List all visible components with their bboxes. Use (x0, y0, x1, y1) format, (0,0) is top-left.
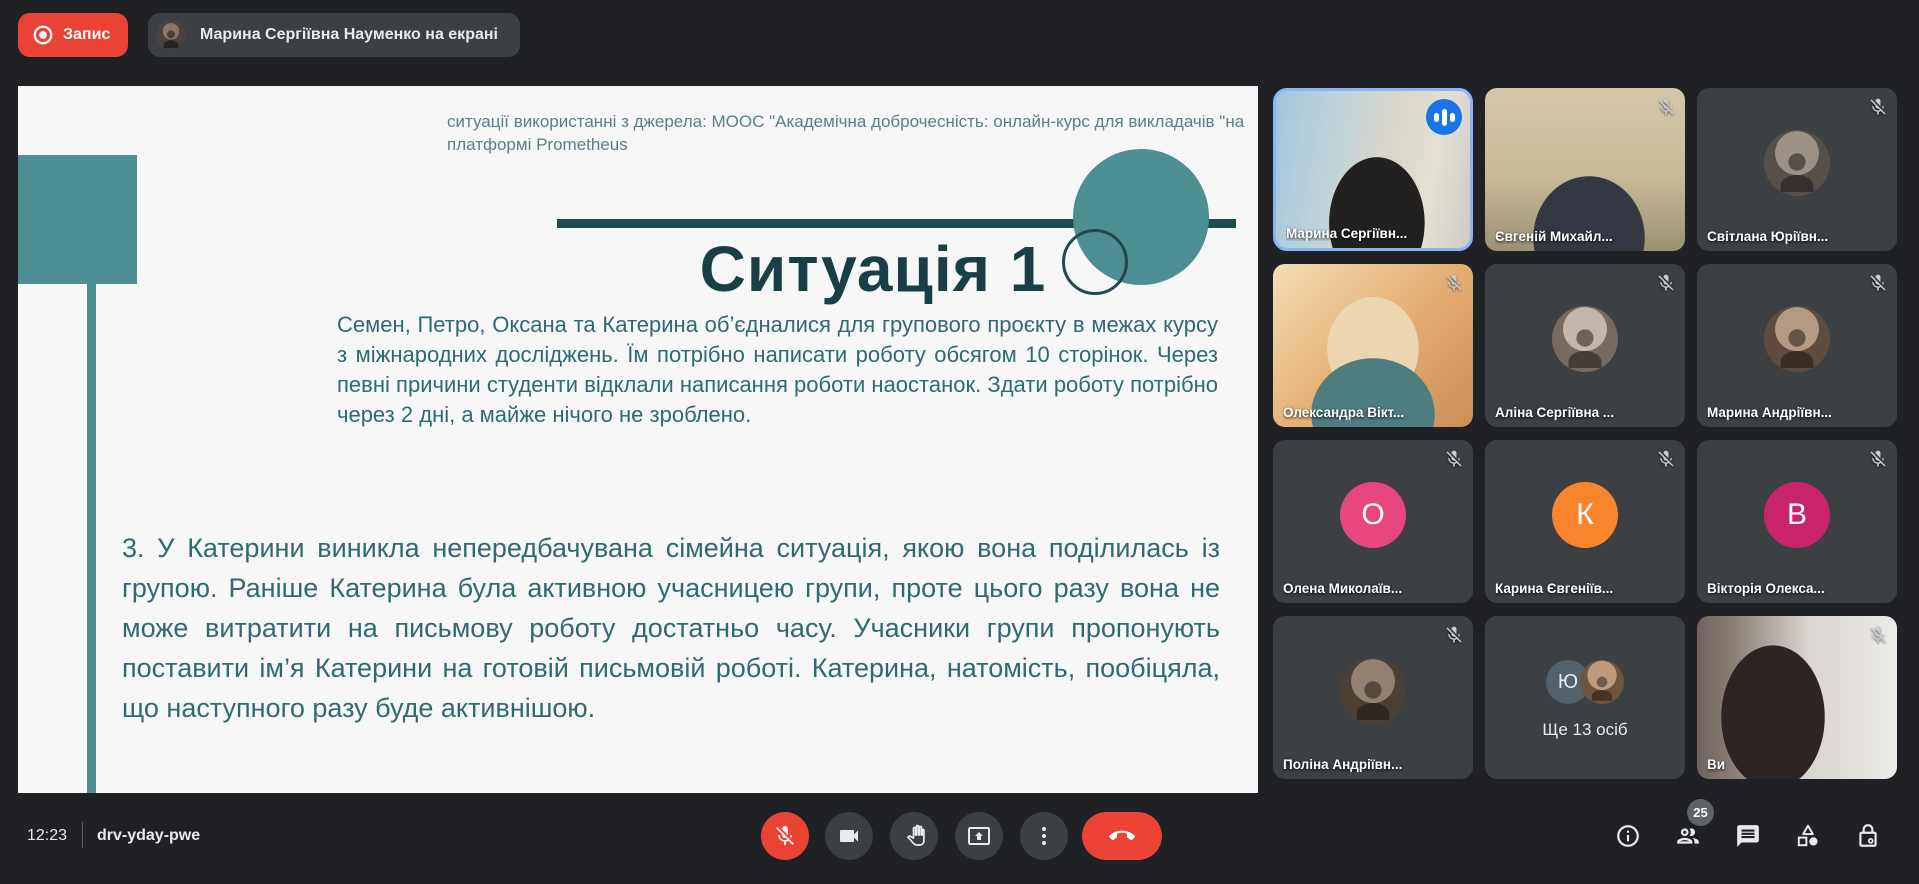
bottom-bar: 12:23 drv-yday-pwe 25 (0, 796, 1919, 884)
mic-off-icon (1444, 625, 1464, 645)
tile-yevhenii-mykhailovych[interactable]: Євгеній Михайл... (1485, 88, 1685, 251)
slide-source-line2: платформі Prometheus (447, 133, 1258, 156)
avatar: К (1552, 482, 1618, 548)
tile-svitlana-yuriivna[interactable]: Світлана Юріївн... (1697, 88, 1897, 251)
more-options-button[interactable] (1020, 812, 1068, 860)
mic-off-icon (1868, 449, 1888, 469)
mic-off-icon (1656, 97, 1676, 117)
audio-level-icon (1426, 99, 1462, 135)
tile-viktoriia-oleksandrivna[interactable]: В Вікторія Олекса... (1697, 440, 1897, 603)
tile-alina-serhiivna[interactable]: Аліна Сергіївна ... (1485, 264, 1685, 427)
avatar (1552, 306, 1618, 372)
activities-button[interactable] (1795, 823, 1821, 849)
present-screen-icon (967, 824, 991, 848)
mic-off-icon (1868, 97, 1888, 117)
person-silhouette-icon (1561, 322, 1609, 370)
slide-title: Ситуація 1 (548, 232, 1198, 306)
host-controls-button[interactable] (1855, 823, 1881, 849)
mic-off-icon (1444, 273, 1464, 293)
slide-vertical-bar-decoration (87, 171, 96, 793)
recording-label: Запис (63, 26, 110, 44)
show-participants-button[interactable] (1675, 823, 1701, 849)
presenter-pill[interactable]: Марина Сергіївна Науменко на екрані (148, 13, 520, 57)
participant-name: Євгеній Михайл... (1495, 229, 1677, 244)
avatar: В (1764, 482, 1830, 548)
present-screen-button[interactable] (955, 812, 1003, 860)
tile-more-participants[interactable]: Ю Ще 13 осіб (1485, 616, 1685, 779)
mic-off-icon (773, 824, 797, 848)
record-icon (32, 24, 54, 46)
tile-maryna-serhiivna[interactable]: Марина Сергіївн... (1273, 88, 1473, 251)
slide-source-line1: ситуації використанні з джерела: МООС "А… (447, 110, 1258, 133)
clock-time: 12:23 (27, 827, 67, 845)
avatar (1764, 130, 1830, 196)
meeting-details-button[interactable] (1615, 823, 1641, 849)
mic-off-icon (1444, 449, 1464, 469)
avatar: О (1340, 482, 1406, 548)
overflow-avatars: Ю (1546, 660, 1624, 704)
person-silhouette-icon (1587, 672, 1617, 702)
tile-oleksandra-viktorivna[interactable]: Олександра Вікт... (1273, 264, 1473, 427)
top-bar: Запис Марина Сергіївна Науменко на екран… (0, 0, 1919, 70)
hand-raise-icon (902, 824, 926, 848)
participant-name: Вікторія Олекса... (1707, 581, 1889, 596)
person-silhouette-icon (160, 27, 182, 49)
chat-icon (1735, 823, 1761, 849)
avatar (1340, 658, 1406, 724)
leave-call-button[interactable] (1082, 812, 1162, 860)
host-controls-icon (1855, 823, 1881, 849)
participant-name: Марина Андріївн... (1707, 405, 1889, 420)
meeting-code: drv-yday-pwe (97, 827, 200, 845)
participant-name: Поліна Андріївн... (1283, 757, 1465, 772)
videocam-icon (837, 824, 861, 848)
mic-toggle-button[interactable] (761, 812, 809, 860)
person-silhouette-icon (1349, 674, 1397, 722)
mic-off-icon (1868, 273, 1888, 293)
recording-button[interactable]: Запис (18, 13, 128, 57)
people-icon (1675, 823, 1701, 849)
participant-name: Олена Миколаїв... (1283, 581, 1465, 596)
self-view-label: Ви (1707, 757, 1889, 772)
info-icon (1615, 823, 1641, 849)
tile-karyna-yevheniivna[interactable]: К Карина Євгеніїв... (1485, 440, 1685, 603)
mic-off-icon (1656, 273, 1676, 293)
presenter-status: Марина Сергіївна Науменко на екрані (200, 26, 498, 44)
camera-toggle-button[interactable] (825, 812, 873, 860)
participant-name: Марина Сергіївн... (1286, 226, 1462, 241)
tile-maryna-andriivna[interactable]: Марина Андріївн... (1697, 264, 1897, 427)
activities-icon (1795, 823, 1821, 849)
participant-name: Аліна Сергіївна ... (1495, 405, 1677, 420)
chat-button[interactable] (1735, 823, 1761, 849)
slide-square-decoration (18, 155, 137, 284)
call-end-icon (1109, 823, 1135, 849)
shared-screen-slide: ситуації використанні з джерела: МООС "А… (18, 86, 1258, 793)
mic-off-icon (1656, 449, 1676, 469)
avatar (1580, 660, 1624, 704)
person-silhouette-icon (1773, 322, 1821, 370)
participant-name: Світлана Юріївн... (1707, 229, 1889, 244)
slide-paragraph: Семен, Петро, Оксана та Катерина об’єдна… (337, 310, 1218, 430)
slide-source-note: ситуації використанні з джерела: МООС "А… (447, 110, 1258, 156)
slide-item-3: 3. У Катерини виникла непередбачувана сі… (122, 528, 1220, 728)
tile-self-view[interactable]: Ви (1697, 616, 1897, 779)
tile-olena-mykolaivna[interactable]: О Олена Миколаїв... (1273, 440, 1473, 603)
mic-off-icon (1868, 625, 1888, 645)
more-vert-icon (1032, 824, 1056, 848)
more-participants-label: Ще 13 осіб (1485, 720, 1685, 740)
participant-name: Карина Євгеніїв... (1495, 581, 1677, 596)
participant-name: Олександра Вікт... (1283, 405, 1465, 420)
avatar (1764, 306, 1830, 372)
divider (82, 822, 83, 848)
person-silhouette-icon (1773, 146, 1821, 194)
presenter-avatar (156, 20, 186, 50)
raise-hand-button[interactable] (890, 812, 938, 860)
tile-polina-andriivna[interactable]: Поліна Андріївн... (1273, 616, 1473, 779)
participants-count-badge: 25 (1687, 799, 1714, 826)
